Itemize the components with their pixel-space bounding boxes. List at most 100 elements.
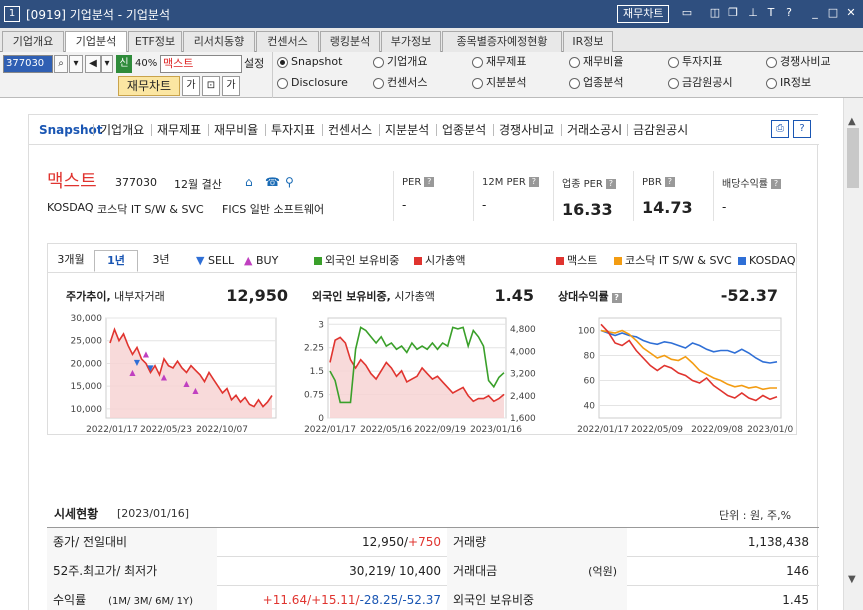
y-tick-label-right: 2,400 — [510, 392, 536, 402]
y-tick-label: 25,000 — [71, 337, 103, 347]
help-icon[interactable]: ? — [782, 6, 796, 20]
divider — [208, 124, 209, 136]
chart-tab-3m[interactable]: 3개월 — [50, 250, 92, 272]
pin-icon[interactable]: ⊥ — [746, 6, 760, 20]
chevron-down-icon[interactable]: ▾ — [101, 55, 113, 73]
divider — [379, 124, 380, 136]
subnav-company-overview[interactable]: 기업개요 — [100, 122, 144, 138]
radio-competitor[interactable]: 경쟁사비교 — [766, 55, 831, 69]
finance-chart-button[interactable]: 재무차트 — [617, 5, 670, 23]
help-icon[interactable]: ? — [793, 120, 811, 138]
metric-label: 업종 PER — [562, 179, 603, 190]
info-icon[interactable]: ? — [528, 177, 539, 187]
legend-swatch — [414, 257, 422, 265]
scroll-down-icon[interactable]: ▼ — [848, 574, 856, 585]
chart-tab-1y[interactable]: 1년 — [94, 250, 138, 272]
x-tick-label: 2022/05/23 — [140, 425, 192, 434]
company-name: 맥스트 — [47, 171, 97, 192]
subnav-exchange-disclosure[interactable]: 거래소공시 — [567, 122, 622, 138]
copy-icon[interactable]: ❐ — [726, 6, 740, 20]
y-tick-label-right: 1,600 — [510, 414, 536, 424]
section-date: [2023/01/16] — [117, 507, 189, 520]
stock-name-field[interactable]: 맥스트 — [160, 55, 242, 73]
radio-financial-ratios[interactable]: 재무비율 — [569, 55, 623, 69]
divider — [436, 124, 437, 136]
subnav-financial-statements[interactable]: 재무제표 — [157, 122, 201, 138]
maximize-icon[interactable]: □ — [826, 6, 840, 20]
radio-fss-disclosure[interactable]: 금감원공시 — [668, 76, 733, 90]
tab-company-analysis[interactable]: 기업분석 — [65, 31, 127, 53]
home-icon[interactable]: ⌂ — [245, 175, 259, 189]
chart1-title: 주가추이, 내부자거래 — [66, 288, 165, 304]
new-button[interactable]: 신 — [116, 55, 132, 73]
location-icon[interactable]: ⚲ — [285, 175, 299, 189]
info-icon[interactable]: ? — [664, 177, 675, 187]
buy-marker-icon: ▲ — [244, 254, 253, 267]
scroll-up-icon[interactable]: ▲ — [848, 116, 856, 127]
row-label-text: 수익률 — [53, 593, 87, 607]
metric-per: PER? - — [402, 175, 435, 212]
tab-ranking[interactable]: 랭킹분석 — [320, 31, 380, 52]
save-icon[interactable]: ◫ — [708, 6, 722, 20]
radio-label: 컨센서스 — [387, 76, 428, 89]
radio-dot — [766, 56, 777, 68]
phone-icon[interactable]: ☎ — [265, 175, 280, 189]
radio-industry-analysis[interactable]: 업종분석 — [569, 76, 623, 90]
stock-code-input[interactable]: 377030 — [3, 55, 53, 73]
tab-additional-info[interactable]: 부가정보 — [381, 31, 441, 52]
subnav-investment-index[interactable]: 투자지표 — [271, 122, 315, 138]
radio-consensus[interactable]: 컨센서스 — [373, 76, 427, 90]
chart-icon[interactable]: ▭ — [680, 6, 694, 20]
dropdown-icon[interactable]: ▾ — [69, 55, 83, 73]
radio-snapshot[interactable]: Snapshot — [277, 55, 342, 69]
price-chart: 30,00025,00020,00015,00010,000▼▼▲▲▲▲▲202… — [71, 314, 277, 434]
return-6m: -28.25/ — [359, 593, 403, 607]
minimize-icon[interactable]: _ — [808, 6, 822, 20]
return-3m: +15.11/ — [311, 593, 360, 607]
info-icon[interactable]: ? — [611, 293, 622, 303]
scroll-thumb[interactable] — [847, 128, 859, 188]
radio-share-analysis[interactable]: 지분분석 — [472, 76, 526, 90]
info-icon[interactable]: ? — [771, 179, 781, 189]
tab-ir-info[interactable]: IR정보 — [563, 31, 613, 52]
chart-tab-3y[interactable]: 3년 — [140, 250, 182, 272]
radio-ir-info[interactable]: IR정보 — [766, 76, 811, 90]
tab-capital-increase[interactable]: 종목별증자예정현황 — [442, 31, 562, 52]
subnav-financial-ratios[interactable]: 재무비율 — [214, 122, 258, 138]
radio-disclosure[interactable]: Disclosure — [277, 76, 348, 90]
section-unit: 단위 : 원, 주,% — [719, 509, 792, 522]
setting-button[interactable]: 설정 — [244, 55, 264, 73]
subnav-fss-disclosure[interactable]: 금감원공시 — [633, 122, 688, 138]
radio-investment-index[interactable]: 투자지표 — [668, 55, 722, 69]
subnav-competitor[interactable]: 경쟁사비교 — [499, 122, 554, 138]
print-icon[interactable]: ⎙ — [771, 120, 789, 138]
close-icon[interactable]: ✕ — [844, 6, 858, 20]
radio-dot — [766, 77, 777, 89]
subnav-consensus[interactable]: 컨센서스 — [328, 122, 372, 138]
legend-swatch — [314, 257, 322, 265]
chart2-title-sub: 시가총액 — [390, 290, 435, 303]
tab-consensus[interactable]: 컨센서스 — [256, 31, 319, 52]
radio-label: IR정보 — [780, 76, 812, 89]
subnav-share-analysis[interactable]: 지분분석 — [385, 122, 429, 138]
vertical-scrollbar[interactable]: ▲ ▼ — [843, 98, 863, 610]
search-icon[interactable]: ⌕ — [54, 55, 68, 73]
speaker-icon[interactable]: ◀ — [85, 55, 101, 73]
finance-chart-toolbar-button[interactable]: 재무차트 — [118, 76, 180, 96]
row-label-unit: (억원) — [588, 565, 617, 578]
subnav-industry-analysis[interactable]: 업종분석 — [442, 122, 486, 138]
radio-financial-statements[interactable]: 재무제표 — [472, 55, 526, 69]
info-icon[interactable]: ? — [605, 179, 616, 189]
52w-high-low: 30,219/ 10,400 — [349, 564, 441, 578]
capture-button[interactable]: ⊡ — [202, 76, 220, 96]
font-small-button[interactable]: 가 — [182, 76, 200, 96]
info-icon[interactable]: ? — [424, 177, 435, 187]
y-tick-label-right: 4,000 — [510, 347, 536, 357]
radio-company-overview[interactable]: 기업개요 — [373, 55, 427, 69]
font-large-button[interactable]: 가 — [222, 76, 240, 96]
tab-company-overview[interactable]: 기업개요 — [2, 31, 64, 52]
font-icon[interactable]: T — [764, 6, 778, 20]
tab-etf-info[interactable]: ETF정보 — [128, 31, 182, 52]
divider — [553, 171, 554, 221]
tab-research[interactable]: 리서치동향 — [183, 31, 255, 52]
